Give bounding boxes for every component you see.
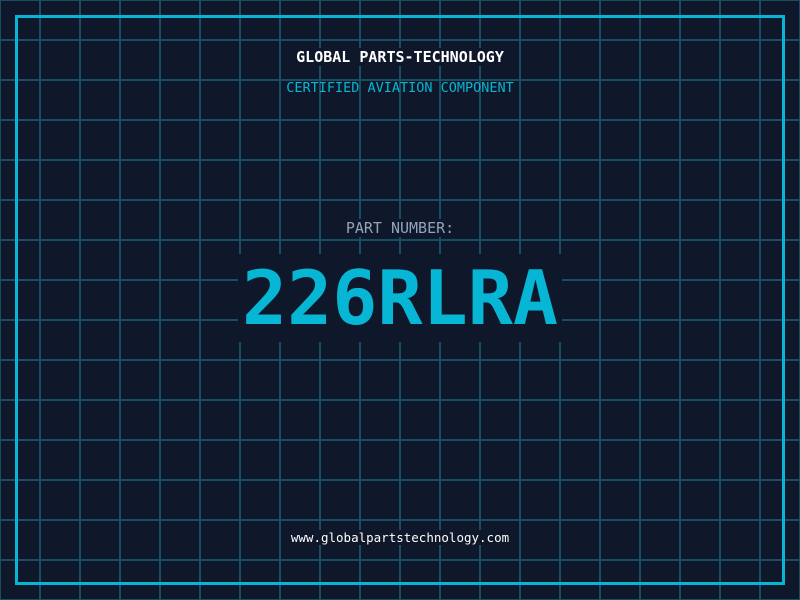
part-number-label: PART NUMBER: [341,219,459,237]
company-title-row: GLOBAL PARTS-TECHNOLOGY [0,48,800,66]
footer-row: www.globalpartstechnology.com [0,530,800,545]
company-name: GLOBAL PARTS-TECHNOLOGY [292,48,508,66]
subtitle-row: CERTIFIED AVIATION COMPONENT [0,80,800,96]
website-link[interactable]: www.globalpartstechnology.com [286,530,514,545]
certification-subtitle: CERTIFIED AVIATION COMPONENT [286,80,514,96]
part-label-row: PART NUMBER: [0,219,800,237]
part-number-row: 226RLRA [0,254,800,342]
part-number-value: 226RLRA [237,254,563,342]
